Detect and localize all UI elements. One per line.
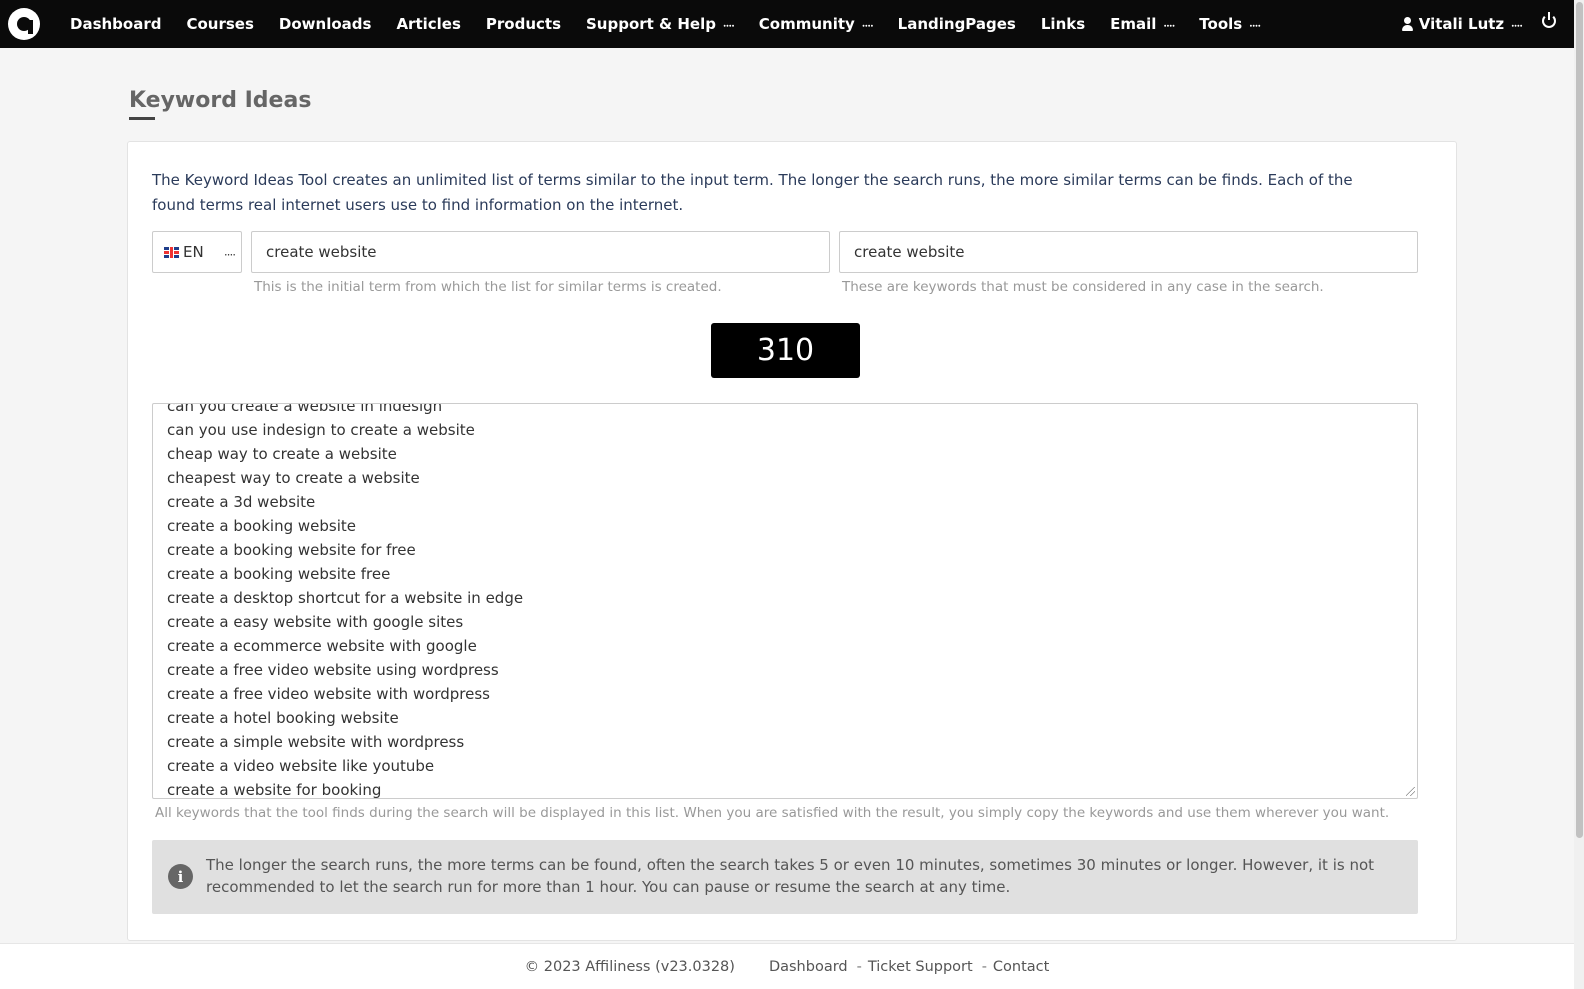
nav-item-label: Support & Help — [586, 15, 716, 33]
intro-text: The Keyword Ideas Tool creates an unlimi… — [152, 171, 1353, 214]
nav-item-label: Articles — [396, 15, 461, 33]
keyword-item: create a free video website with wordpre… — [167, 685, 490, 703]
footer: © 2023 Affiliness (v23.0328) Dashboard -… — [0, 943, 1574, 989]
user-icon — [1401, 17, 1413, 31]
nav-item-community[interactable]: Community ᠁ — [759, 15, 873, 34]
nav-item-label: Downloads — [278, 15, 372, 33]
chevron-down-icon: ᠁ — [859, 19, 873, 33]
language-select[interactable]: EN ᠁ — [152, 231, 242, 273]
keyword-item: create a booking website free — [167, 565, 391, 583]
nav-item-label: Links — [1040, 15, 1086, 33]
title-underline — [129, 117, 155, 120]
nav-item-email[interactable]: Email ᠁ — [1110, 15, 1174, 34]
main-nav: Dashboard Courses Downloads Articles Product… — [70, 0, 1285, 48]
chevron-down-icon: ᠁ — [1161, 19, 1175, 33]
keyword-item: cheap way to create a website — [167, 445, 397, 463]
nav-item-landingpages[interactable]: LandingPages — [898, 15, 1016, 33]
keyword-item: cheapest way to create a website — [167, 469, 420, 487]
nav-item-label: Community — [758, 15, 855, 33]
nav-item-label: Products — [485, 15, 561, 33]
nav-item-dashboard[interactable]: Dashboard — [70, 15, 161, 33]
page-scrollbar[interactable] — [1574, 0, 1584, 989]
results-hint: All keywords that the tool finds during … — [155, 805, 1390, 821]
keyword-results-textarea[interactable]: can you create a website in indesign can … — [152, 403, 1418, 799]
user-menu[interactable]: Vitali Lutz ᠁ — [1401, 0, 1522, 48]
language-value: EN — [183, 243, 204, 261]
keyword-item: create a ecommerce website with google — [167, 637, 477, 655]
keyword-list: can you create a website in indesign can … — [167, 403, 524, 799]
nav-item-label: LandingPages — [897, 15, 1016, 33]
nav-item-courses[interactable]: Courses — [186, 15, 253, 33]
chevron-down-icon: ᠁ — [222, 249, 235, 262]
info-text: The longer the search runs, the more ter… — [206, 856, 1375, 896]
copyright: © 2023 Affiliness (v23.0328) — [524, 958, 735, 975]
nav-item-tools[interactable]: Tools ᠁ — [1199, 15, 1260, 34]
footer-separator: - — [856, 958, 862, 975]
nav-item-articles[interactable]: Articles — [396, 15, 460, 33]
keyword-counter-button[interactable]: 310 — [711, 323, 860, 378]
required-keywords-input[interactable]: create website — [839, 231, 1418, 273]
required-keywords-hint: These are keywords that must be consider… — [842, 279, 1324, 295]
keyword-ideas-card: The Keyword Ideas Tool creates an unlimi… — [127, 141, 1457, 941]
affiliness-logo-icon[interactable] — [8, 8, 40, 40]
initial-term-hint: This is the initial term from which the … — [254, 279, 722, 295]
keyword-item: create a 3d website — [167, 493, 316, 511]
info-icon: i — [168, 864, 193, 889]
chevron-down-icon: ᠁ — [1509, 19, 1522, 33]
keyword-item: create a hotel booking website — [167, 709, 399, 727]
keyword-item: create a video website like youtube — [167, 757, 435, 775]
nav-item-products[interactable]: Products — [486, 15, 561, 33]
nav-item-label: Tools — [1199, 15, 1243, 33]
keyword-item: create a website for booking — [167, 781, 382, 799]
nav-item-label: Courses — [186, 15, 254, 33]
nav-item-support-help[interactable]: Support & Help ᠁ — [586, 15, 734, 34]
nav-item-label: Email — [1110, 15, 1157, 33]
footer-separator: - — [981, 958, 987, 975]
keyword-item: create a desktop shortcut for a website … — [167, 589, 524, 607]
chevron-down-icon: ᠁ — [1247, 19, 1261, 33]
chevron-down-icon: ᠁ — [720, 19, 734, 33]
info-alert: i The longer the search runs, the more t… — [152, 840, 1418, 914]
top-navbar: Dashboard Courses Downloads Articles Product… — [0, 0, 1574, 48]
keyword-item: create a free video website using wordpr… — [167, 661, 499, 679]
keyword-item: can you use indesign to create a website — [167, 421, 475, 439]
keyword-item: create a easy website with google sites — [167, 613, 464, 631]
page-title: Keyword Ideas — [129, 88, 312, 113]
initial-term-input[interactable]: create website — [251, 231, 830, 273]
uk-flag-icon — [164, 246, 179, 258]
footer-link-contact[interactable]: Contact — [993, 959, 1049, 975]
user-name: Vitali Lutz — [1418, 15, 1505, 33]
logout-power-icon[interactable] — [1542, 12, 1556, 28]
nav-item-label: Dashboard — [70, 15, 162, 33]
resize-handle-icon[interactable] — [1406, 787, 1415, 796]
scrollbar-thumb[interactable] — [1576, 2, 1583, 838]
nav-item-links[interactable]: Links — [1041, 15, 1085, 33]
footer-link-dashboard[interactable]: Dashboard — [769, 959, 848, 975]
keyword-item: create a booking website — [167, 517, 356, 535]
nav-item-downloads[interactable]: Downloads — [279, 15, 372, 33]
keyword-item: create a booking website for free — [167, 541, 416, 559]
footer-link-ticket-support[interactable]: Ticket Support — [868, 959, 973, 975]
keyword-item: create a simple website with wordpress — [167, 733, 465, 751]
keyword-item: can you create a website in indesign — [167, 403, 443, 415]
